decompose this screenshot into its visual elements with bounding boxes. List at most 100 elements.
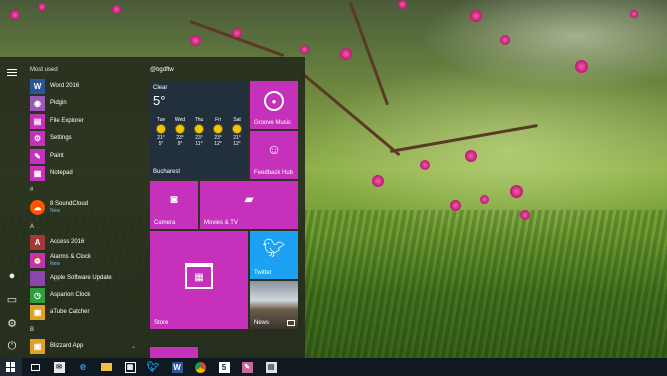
store-taskbar-button[interactable]: ▦ [119,358,141,376]
sun-icon [195,125,203,133]
tiles-area: @bgdftw Clear 5° Tue 21° 5° Wed 23° 9° Thu 23° 1… [145,57,305,358]
forecast-day: Fri 23° 12° [209,117,227,147]
app-item-paint[interactable]: ✎ Paint [30,148,142,164]
news-icon [287,320,295,326]
sun-icon [157,125,165,133]
partial-tile[interactable] [150,347,198,358]
camera-tile[interactable]: ◙ Camera [150,181,198,229]
task-view-icon [30,363,40,371]
documents-icon[interactable]: ▭ [5,292,19,306]
app-item-file-explorer[interactable]: ▤ File Explorer [30,113,142,129]
edge-button[interactable]: e [72,358,94,376]
new-badge: New [50,207,61,214]
word-taskbar-button[interactable]: W [166,358,188,376]
app-item-settings[interactable]: ⚙ Settings [30,131,142,147]
sun-icon [176,125,184,133]
access-2016-icon: A [30,234,45,250]
chevron-down-icon[interactable]: ⌄ [131,343,136,350]
feedback-hub-tile[interactable]: ☺ Feedback Hub [250,131,298,179]
news-tile[interactable]: News [250,281,298,329]
tile-label: Movies & TV [204,220,238,226]
twitter-tile[interactable]: 🐦︎ Twitter [250,231,298,279]
app-item-apple-software-update[interactable]: Apple Software Update [30,270,142,286]
power-icon[interactable]: ⏻ [5,339,19,353]
section-a-heading: A [30,224,35,230]
taskbar: ✉ e ▦ 🐦︎ W 5 ✎ ▤ [0,358,667,376]
atube-catcher-icon: ▣ [30,304,45,320]
tile-label: Groove Music [254,120,292,126]
movies-tv-tile[interactable]: ▰ Movies & TV [200,181,298,229]
app-item-asparion-clock[interactable]: ◷ Asparion Clock [30,287,142,303]
tile-label: News [254,320,270,326]
app-label: Settings [50,135,72,141]
weather-city: Bucharest [153,169,181,175]
section-b-heading: B [30,327,35,333]
tile-label: Store [154,320,169,326]
start-rail: ● ▭ ⚙ ⏻ [0,57,24,358]
windows-logo-icon [6,362,16,372]
twitter-taskbar-button[interactable]: 🐦︎ [142,358,164,376]
weather-temperature: 5° [153,93,166,108]
camera-icon: ◙ [170,192,178,206]
user-avatar-icon[interactable]: ● [5,269,19,283]
chrome-icon [194,361,206,373]
file-explorer-icon: ▤ [30,113,45,129]
section-hash-heading: # [30,187,34,193]
groove-music-tile[interactable]: ● Groove Music [250,81,298,129]
chrome-taskbar-button[interactable] [189,358,211,376]
forecast-day-name: Sat [233,117,241,123]
app-item-pidgin[interactable]: ◉ Pidgin [30,96,142,112]
mail-icon: ✉ [53,361,65,373]
app-label: Paint [50,152,64,159]
paint-taskbar-button[interactable]: ✎ [236,358,258,376]
forecast-day: Sat 21° 12° [228,117,246,147]
sun-icon [214,125,222,133]
app-label: Asparion Clock [50,291,91,298]
app5-icon: 5 [218,361,230,373]
forecast-low: 5° [158,141,164,147]
app-item-notepad[interactable]: ▦ Notepad [30,166,142,182]
app-label: aTube Catcher [50,308,90,315]
notepad-icon: ▦ [30,166,45,181]
start-button[interactable] [0,358,22,376]
tile-label: Twitter [254,270,272,276]
store-tile[interactable]: ▦ Store [150,231,248,329]
forecast-day: Thu 23° 11° [190,117,208,147]
forecast-low: 12° [233,141,241,147]
file-explorer-button[interactable] [95,358,117,376]
hamburger-menu-icon[interactable] [5,65,19,79]
notepad-taskbar-button[interactable]: ▤ [260,358,282,376]
app-item-access-2016[interactable]: A Access 2016 [30,234,142,250]
notepad-icon: ▤ [265,361,277,373]
tile-label: Feedback Hub [254,170,294,176]
app-item-atube-catcher[interactable]: ▣ aTube Catcher [30,304,142,320]
task-view-button[interactable] [24,358,46,376]
app-item-soundcloud[interactable]: ☁ 8 SoundCloud New [30,199,142,215]
store-icon: ▦ [124,361,136,373]
app-item-blizzard[interactable]: ▣ Blizzard App ⌄ [30,338,142,354]
sun-icon [233,125,241,133]
paint-icon: ✎ [241,361,253,373]
movies-clapper-icon: ▰ [244,192,254,206]
alarms-clock-icon: ⏰ [30,252,45,268]
app-label: Apple Software Update [50,274,112,281]
start-menu: ● ▭ ⚙ ⏻ Most used W Word 2016 ◉ Pidgin ▤ File… [0,57,305,358]
app-item-alarms-clock[interactable]: ⏰ Alarms & Clock New [30,252,142,268]
app-label: Blizzard App [50,342,84,349]
tile-label: Camera [154,220,176,226]
twitter-icon: 🐦︎ [146,361,160,373]
edge-icon: e [79,361,87,373]
weather-tile[interactable]: Clear 5° Tue 21° 5° Wed 23° 9° Thu 23° 11° Fri 23°… [150,81,248,179]
store-bag-icon: ▦ [185,263,213,289]
app-list: Most used W Word 2016 ◉ Pidgin ▤ File Explore… [24,57,145,358]
forecast-low: 9° [177,141,183,147]
forecast-day-name: Wed [174,117,186,123]
apple-software-update-icon [30,270,45,286]
tile-group-title: @bgdftw [150,67,174,73]
app5-taskbar-button[interactable]: 5 [213,358,235,376]
forecast-day: Wed 23° 9° [171,117,189,147]
mail-button[interactable]: ✉ [48,358,70,376]
settings-icon: ⚙ [30,131,45,146]
app-item-word-2016[interactable]: W Word 2016 [30,78,142,94]
settings-gear-icon[interactable]: ⚙ [5,316,19,330]
